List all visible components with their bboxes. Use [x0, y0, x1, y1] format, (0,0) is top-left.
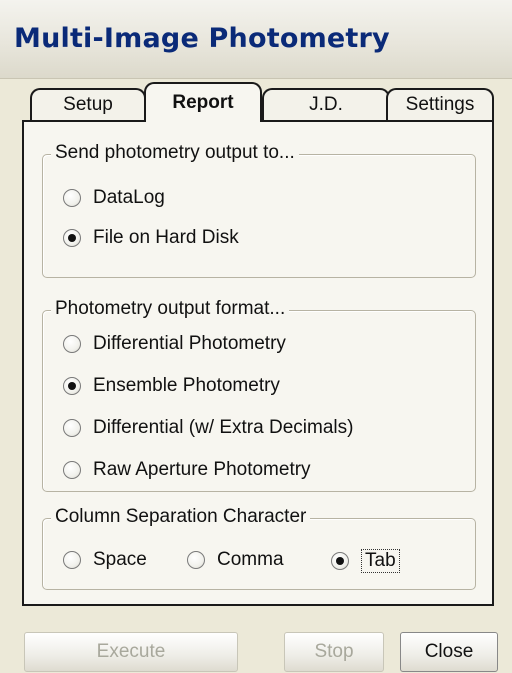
radio-comma-label: Comma	[217, 549, 284, 570]
output-destination-group: Send photometry output to... DataLog Fil…	[42, 142, 476, 278]
radio-differential-extra[interactable]: Differential (w/ Extra Decimals)	[63, 417, 353, 439]
window-title: Multi-Image Photometry	[14, 23, 390, 54]
title-bar: Multi-Image Photometry	[0, 0, 512, 79]
radio-button-icon[interactable]	[63, 419, 81, 437]
radio-differential[interactable]: Differential Photometry	[63, 333, 286, 355]
output-destination-legend: Send photometry output to...	[51, 142, 299, 164]
radio-differential-extra-label: Differential (w/ Extra Decimals)	[93, 417, 354, 438]
radio-button-icon[interactable]	[63, 189, 81, 207]
execute-button[interactable]: Execute	[24, 632, 238, 672]
radio-datalog-label: DataLog	[93, 187, 165, 208]
radio-button-icon[interactable]	[63, 551, 81, 569]
report-tab-panel: Send photometry output to... DataLog Fil…	[22, 120, 494, 606]
output-format-group: Photometry output format... Differential…	[42, 298, 476, 492]
tab-setup[interactable]: Setup	[30, 88, 146, 120]
output-format-legend: Photometry output format...	[51, 298, 290, 320]
tab-report[interactable]: Report	[144, 82, 262, 122]
tab-strip: Setup Report J.D. Settings	[0, 80, 512, 122]
radio-tab-label: Tab	[361, 549, 400, 573]
radio-raw-aperture-label: Raw Aperture Photometry	[93, 459, 311, 480]
radio-button-checked-icon[interactable]	[63, 229, 81, 247]
radio-button-icon[interactable]	[187, 551, 205, 569]
stop-button[interactable]: Stop	[284, 632, 384, 672]
radio-file-label: File on Hard Disk	[93, 227, 239, 248]
radio-button-icon[interactable]	[63, 461, 81, 479]
dialog-window: Multi-Image Photometry Setup Report J.D.…	[0, 0, 512, 673]
radio-ensemble-label: Ensemble Photometry	[93, 375, 280, 396]
tab-settings[interactable]: Settings	[386, 88, 494, 120]
radio-comma[interactable]: Comma	[187, 549, 284, 571]
radio-raw-aperture[interactable]: Raw Aperture Photometry	[63, 459, 311, 481]
close-button[interactable]: Close	[400, 632, 498, 672]
radio-button-icon[interactable]	[63, 335, 81, 353]
radio-tab[interactable]: Tab	[331, 549, 400, 573]
radio-space[interactable]: Space	[63, 549, 147, 571]
radio-ensemble[interactable]: Ensemble Photometry	[63, 375, 280, 397]
radio-file-on-hard-disk[interactable]: File on Hard Disk	[63, 227, 239, 249]
tab-jd[interactable]: J.D.	[262, 88, 390, 120]
radio-button-checked-icon[interactable]	[331, 552, 349, 570]
radio-differential-label: Differential Photometry	[93, 333, 286, 354]
column-separator-group: Column Separation Character Space Comma …	[42, 506, 476, 590]
column-separator-legend: Column Separation Character	[51, 506, 311, 528]
radio-space-label: Space	[93, 549, 147, 570]
radio-button-checked-icon[interactable]	[63, 377, 81, 395]
radio-datalog[interactable]: DataLog	[63, 187, 165, 209]
